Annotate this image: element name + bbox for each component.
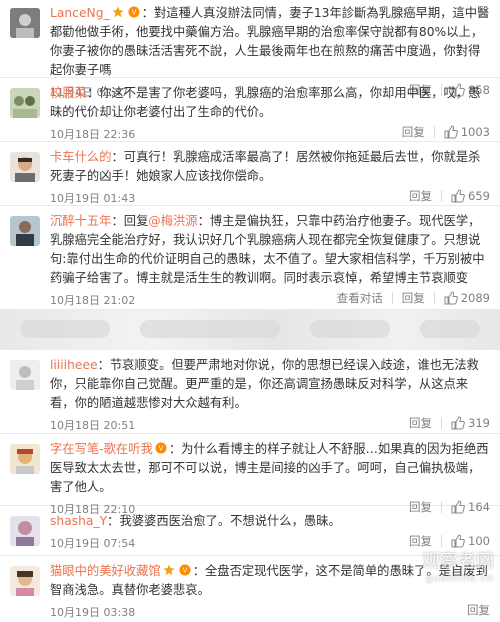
mention-link[interactable]: @梅洪源 bbox=[148, 214, 197, 228]
divider bbox=[441, 190, 443, 202]
comment-item: 卡车什么的：可真行！乳腺癌成活率最高了！居然被你拖延最后去世，你就是杀死妻子的凶… bbox=[0, 142, 500, 206]
divider bbox=[391, 292, 393, 304]
avatar[interactable] bbox=[10, 8, 40, 38]
divider bbox=[433, 292, 435, 304]
reply-button[interactable]: 回复 bbox=[402, 290, 425, 306]
star-badge-icon bbox=[112, 6, 124, 18]
reply-button[interactable]: 回复 bbox=[402, 124, 425, 140]
comment-text: 字在写笔-歌在听我 V ：为什么看博主的样子就让人不舒服…如果真的因为拒绝西医导致太… bbox=[50, 442, 489, 494]
divider bbox=[441, 535, 443, 547]
timestamp: 10月18日 20:51 bbox=[50, 419, 136, 432]
comment-text: 卡车什么的：可真行！乳腺癌成活率最高了！居然被你拖延最后去世，你就是杀死妻子的凶… bbox=[50, 150, 481, 183]
svg-text:V: V bbox=[158, 445, 163, 453]
comment-item: 沉醉十五年：回复@梅洪源：博主是偏执狂，只靠中药治疗他妻子。现代医学，乳腺癌完全… bbox=[0, 206, 500, 310]
like-count: 2089 bbox=[460, 291, 490, 305]
comment-feed: LanceNg_ V ：對這種人真沒辦法同情，妻子13年診斷為乳腺癌早期，這中醫都勸… bbox=[0, 0, 500, 619]
thumbs-up-icon bbox=[444, 291, 458, 305]
avatar[interactable] bbox=[10, 444, 40, 474]
vip-badge-icon: V bbox=[128, 6, 140, 18]
view-conversation-button[interactable]: 查看对话 bbox=[337, 290, 383, 306]
username-link[interactable]: 沉醉十五年 bbox=[50, 214, 112, 228]
like-count: 659 bbox=[468, 189, 490, 203]
avatar[interactable] bbox=[10, 216, 40, 246]
username-link[interactable]: liiiiheee bbox=[50, 358, 98, 372]
thumbs-up-icon bbox=[451, 416, 465, 430]
like-button[interactable]: 659 bbox=[451, 189, 490, 203]
reply-button[interactable]: 回复 bbox=[467, 602, 490, 618]
svg-text:V: V bbox=[131, 9, 136, 17]
username-link[interactable]: 字在写笔-歌在听我 bbox=[50, 442, 153, 456]
comment-item: liiiiheee：节哀顺变。但要严肃地对你说，你的思想已经误入歧途，谁也无法救… bbox=[0, 350, 500, 434]
like-count: 1003 bbox=[460, 125, 490, 139]
comment-text: 校服菜：你这不是害了你老婆吗，乳腺癌的治愈率那么高，你却用中医，哎，愚昧的代价却… bbox=[50, 86, 481, 119]
divider bbox=[433, 126, 435, 138]
comment-meta: 10月19日 01:43 回复 659 bbox=[50, 188, 490, 208]
site-watermark: 观察者网 guancha.cn bbox=[422, 551, 494, 584]
comment-meta: 10月18日 22:36 回复 1003 bbox=[50, 124, 490, 144]
like-button[interactable]: 1003 bbox=[444, 125, 490, 139]
comment-text: 沉醉十五年：回复@梅洪源：博主是偏执狂，只靠中药治疗他妻子。现代医学，乳腺癌完全… bbox=[50, 214, 485, 285]
timestamp: 10月18日 22:36 bbox=[50, 128, 136, 141]
thumbs-up-icon bbox=[444, 125, 458, 139]
like-count: 100 bbox=[468, 534, 490, 548]
reply-button[interactable]: 回复 bbox=[409, 188, 432, 204]
username-link[interactable]: 卡车什么的 bbox=[50, 150, 112, 164]
comment-meta: 10月18日 21:02 查看对话 回复 2089 bbox=[50, 290, 490, 310]
like-count: 319 bbox=[468, 416, 490, 430]
divider bbox=[441, 417, 443, 429]
comment-item: 字在写笔-歌在听我 V ：为什么看博主的样子就让人不舒服…如果真的因为拒绝西医导致太… bbox=[0, 434, 500, 516]
comment-meta: 10月19日 03:38 回复 bbox=[50, 602, 490, 622]
comment-item: 校服菜：你这不是害了你老婆吗，乳腺癌的治愈率那么高，你却用中医，哎，愚昧的代价却… bbox=[0, 78, 500, 142]
timestamp: 10月19日 01:43 bbox=[50, 192, 136, 205]
vip-badge-icon: V bbox=[155, 442, 167, 454]
comment-text: shasha_Y：我婆婆西医治愈了。不想说什么，愚昧。 bbox=[50, 514, 341, 528]
username-link[interactable]: 猫眼中的美好收藏馆 bbox=[50, 564, 161, 578]
comment-item: LanceNg_ V ：對這種人真沒辦法同情，妻子13年診斷為乳腺癌早期，這中醫都勸… bbox=[0, 0, 500, 99]
svg-text:V: V bbox=[182, 567, 187, 575]
like-button[interactable]: 319 bbox=[451, 416, 490, 430]
comment-text: LanceNg_ V ：對這種人真沒辦法同情，妻子13年診斷為乳腺癌早期，這中醫都勸… bbox=[50, 6, 490, 77]
comment-text: liiiiheee：节哀顺变。但要严肃地对你说，你的思想已经误入歧途，谁也无法救… bbox=[50, 358, 479, 410]
timestamp: 10月18日 21:02 bbox=[50, 294, 136, 307]
avatar[interactable] bbox=[10, 516, 40, 546]
vip-badge-icon: V bbox=[179, 564, 191, 576]
like-button[interactable]: 100 bbox=[451, 534, 490, 548]
username-link[interactable]: shasha_Y bbox=[50, 514, 107, 528]
star-badge-icon bbox=[163, 564, 175, 576]
timestamp: 10月19日 07:54 bbox=[50, 537, 136, 550]
blurred-region bbox=[0, 310, 500, 350]
thumbs-up-icon bbox=[451, 189, 465, 203]
thumbs-up-icon bbox=[451, 534, 465, 548]
avatar[interactable] bbox=[10, 360, 40, 390]
username-link[interactable]: 校服菜 bbox=[50, 86, 87, 100]
avatar[interactable] bbox=[10, 88, 40, 118]
timestamp: 10月19日 03:38 bbox=[50, 606, 136, 619]
avatar[interactable] bbox=[10, 152, 40, 182]
comment-meta: 10月18日 20:51 回复 319 bbox=[50, 415, 490, 435]
username-link[interactable]: LanceNg_ bbox=[50, 6, 110, 20]
reply-button[interactable]: 回复 bbox=[409, 415, 432, 431]
like-button[interactable]: 2089 bbox=[444, 291, 490, 305]
avatar[interactable] bbox=[10, 566, 40, 596]
